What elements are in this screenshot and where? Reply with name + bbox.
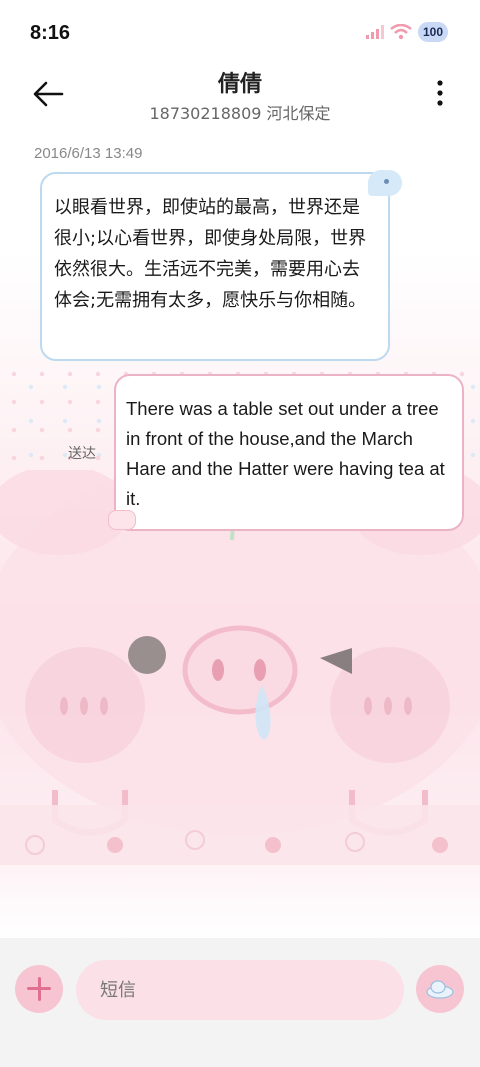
incoming-message-bubble[interactable]: 以眼看世界，即使站的最高，世界还是很小;以心看世界，即使身处局限，世界依然很大。… xyxy=(40,172,390,361)
cloud-icon xyxy=(426,980,454,999)
status-bar: 8:16 100 xyxy=(0,0,480,64)
fish-sticker-icon xyxy=(368,170,402,196)
conversation-header: 倩倩 18730218809 河北保定 xyxy=(0,64,480,134)
contact-name[interactable]: 倩倩 xyxy=(0,66,480,98)
signal-icon xyxy=(365,25,384,39)
message-composer xyxy=(0,938,480,1067)
delivery-status: 送达 xyxy=(68,446,96,462)
status-icons: 100 xyxy=(365,22,448,42)
wifi-icon xyxy=(390,24,412,40)
message-timestamp: 2016/6/13 13:49 xyxy=(34,145,143,162)
send-cloud-icon[interactable] xyxy=(416,965,464,1013)
contact-phone-location: 18730218809 河北保定 xyxy=(149,104,331,123)
battery-badge: 100 xyxy=(417,22,448,42)
pig-sticker-icon xyxy=(108,510,136,530)
plus-icon[interactable] xyxy=(15,965,63,1013)
pig-wallpaper-illustration xyxy=(0,470,480,865)
sms-input[interactable] xyxy=(76,960,404,1020)
status-time: 8:16 xyxy=(30,22,71,44)
more-vertical-icon[interactable] xyxy=(430,78,450,108)
outgoing-message-bubble[interactable]: There was a table set out under a tree i… xyxy=(114,374,464,531)
